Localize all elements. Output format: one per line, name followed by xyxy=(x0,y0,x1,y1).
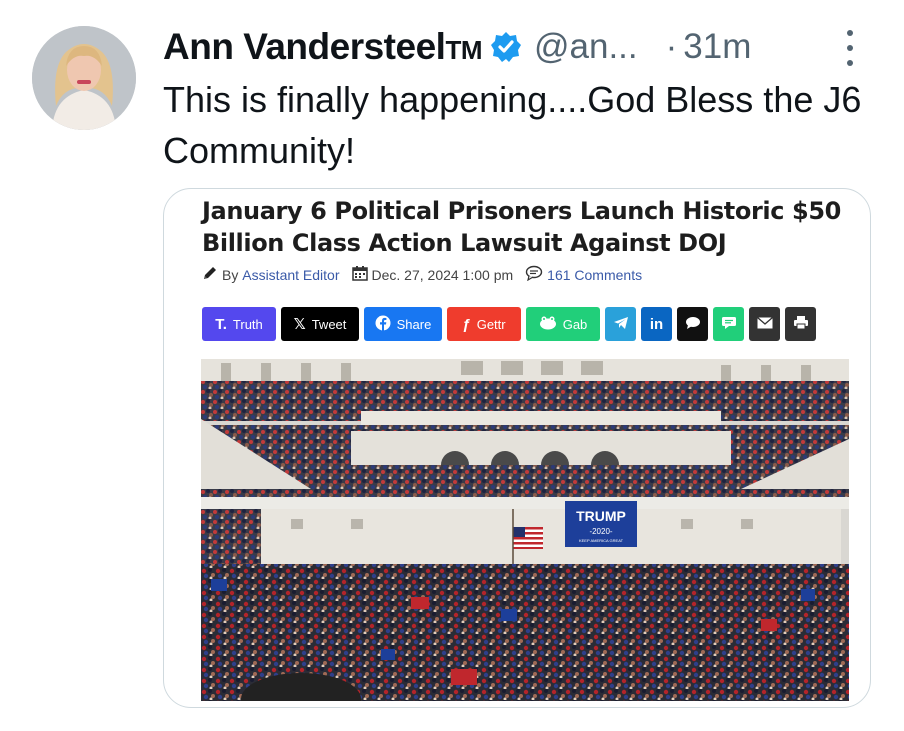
link-preview-card[interactable]: January 6 Political Prisoners Launch His… xyxy=(163,188,871,708)
tweet-share-label: Tweet xyxy=(311,316,347,332)
separator-dot: · xyxy=(665,27,678,66)
author-name-suffix: TM xyxy=(445,35,482,65)
banner-slogan: KEEP AMERICA GREAT xyxy=(579,538,624,543)
telegram-icon xyxy=(613,316,629,333)
comments-icon xyxy=(525,265,543,284)
print-share-button[interactable] xyxy=(785,307,816,341)
author-name[interactable]: Ann VandersteelTM xyxy=(163,26,482,68)
article-date: Dec. 27, 2024 1:00 pm xyxy=(371,266,514,283)
tweet-header: Ann VandersteelTM @an... · 31m xyxy=(163,22,751,72)
article-headline[interactable]: January 6 Political Prisoners Launch His… xyxy=(202,195,842,259)
facebook-share-button[interactable]: Share xyxy=(364,307,442,341)
message-share-button[interactable] xyxy=(713,307,744,341)
article-photo[interactable]: TRUMP -2020- KEEP AMERICA GREAT xyxy=(201,359,849,701)
email-share-button[interactable] xyxy=(749,307,780,341)
comment-bubble-icon xyxy=(685,316,701,333)
by-label: By xyxy=(222,266,239,283)
facebook-icon xyxy=(375,315,391,334)
tweet-text: This is finally happening....God Bless t… xyxy=(163,79,862,171)
linkedin-icon: in xyxy=(649,315,664,333)
x-icon: 𝕏 xyxy=(293,316,306,333)
tweet-share-button[interactable]: 𝕏 Tweet xyxy=(281,307,359,341)
article-meta: By Assistant Editor Dec. 27, 2024 1:00 p… xyxy=(202,265,642,284)
verified-badge-icon xyxy=(490,31,522,63)
gab-share-button[interactable]: Gab xyxy=(526,307,600,341)
message-icon xyxy=(721,316,737,333)
gettr-share-label: Gettr xyxy=(476,316,506,332)
telegram-share-button[interactable] xyxy=(605,307,636,341)
truth-share-button[interactable]: T. Truth xyxy=(202,307,276,341)
author-handle[interactable]: @an... xyxy=(534,27,638,67)
truth-social-icon: T. xyxy=(215,315,227,333)
calendar-icon xyxy=(351,265,368,284)
more-options-icon[interactable] xyxy=(840,30,860,66)
gab-share-label: Gab xyxy=(562,316,588,332)
gettr-share-button[interactable]: ƒ Gettr xyxy=(447,307,521,341)
email-icon xyxy=(756,316,773,332)
share-buttons-row: T. Truth 𝕏 Tweet Share ƒ Gettr Gab in xyxy=(202,307,816,341)
pencil-icon xyxy=(202,265,218,284)
comment-share-button[interactable] xyxy=(677,307,708,341)
article-author-link[interactable]: Assistant Editor xyxy=(242,267,339,283)
banner-year: -2020- xyxy=(589,527,612,536)
comments-link[interactable]: 161 Comments xyxy=(547,267,642,283)
facebook-share-label: Share xyxy=(396,316,432,332)
print-icon xyxy=(793,315,809,333)
timestamp[interactable]: 31m xyxy=(683,27,751,67)
gab-icon xyxy=(539,316,557,333)
truth-share-label: Truth xyxy=(232,316,263,332)
banner-title: TRUMP xyxy=(576,508,626,524)
gettr-icon: ƒ xyxy=(462,315,471,333)
author-avatar[interactable] xyxy=(32,26,136,130)
linkedin-share-button[interactable]: in xyxy=(641,307,672,341)
